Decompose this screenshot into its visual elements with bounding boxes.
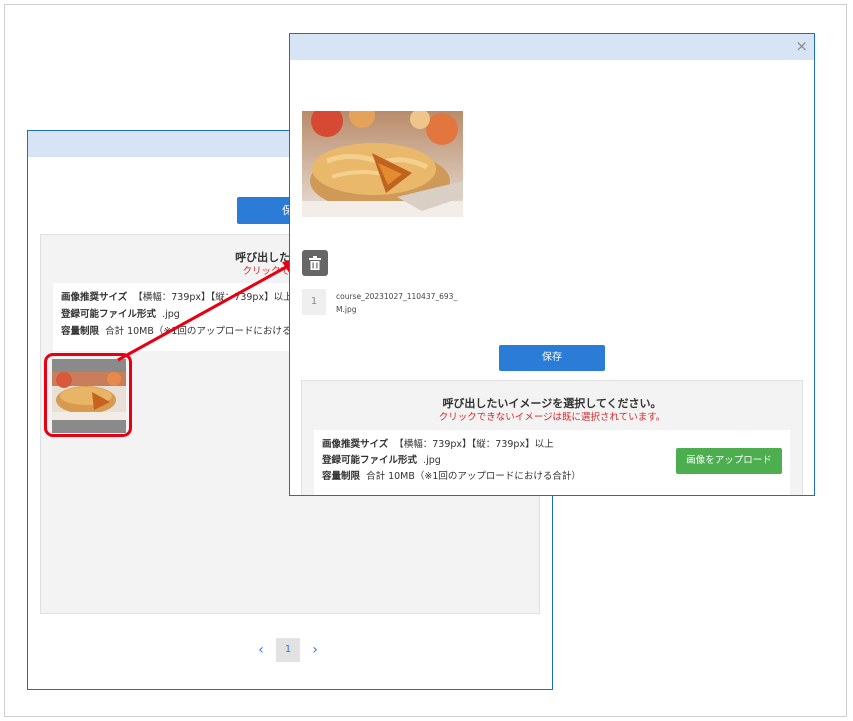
delete-button[interactable]: [302, 250, 328, 276]
size-value: 【横幅：739px】【縦：739px】以上: [394, 439, 554, 450]
upload-requirements: 画像推奨サイズ 【横幅：739px】【縦：739px】以上 登録可能ファイル形式…: [314, 430, 790, 495]
format-value: .jpg: [423, 455, 441, 466]
apple-pie-photo: [302, 111, 463, 217]
dialog-titlebar: ×: [290, 34, 814, 60]
limit-label: 容量制限: [322, 471, 361, 482]
limit-value: 合計 10MB（※1回のアップロードにおける合計）: [366, 471, 581, 482]
save-button[interactable]: 保存: [499, 345, 605, 371]
image-select-panel: 呼び出したいイメージを選択してください。 クリックできないイメージは既に選択され…: [301, 380, 803, 495]
close-icon[interactable]: ×: [795, 38, 808, 54]
image-detail-dialog: × 1 course_20231027_110437_693_M.jpg 保存 …: [289, 33, 815, 496]
format-label: 登録可能ファイル形式: [322, 455, 418, 466]
panel-note: クリックできないイメージは既に選択されています。: [438, 412, 666, 423]
size-label: 画像推奨サイズ: [322, 439, 389, 450]
upload-image-button[interactable]: 画像をアップロード: [676, 448, 782, 474]
file-name: course_20231027_110437_693_M.jpg: [336, 292, 458, 314]
file-index: 1: [302, 289, 326, 315]
trash-icon: [309, 256, 321, 270]
